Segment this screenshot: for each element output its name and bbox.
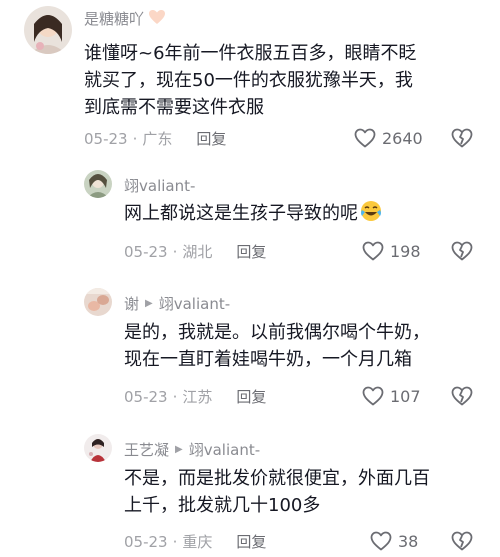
- comment-location: 湖北: [182, 243, 213, 261]
- reply-to-username[interactable]: 翊valiant-: [189, 439, 260, 460]
- comment-text-line: 是的，我就是。以前我偶尔喝个牛奶，: [124, 322, 430, 343]
- like-button[interactable]: 38: [370, 531, 418, 551]
- comment-text-line: 不是，而是批发价就很便宜，外面几百: [124, 468, 430, 489]
- comment-text: 谁懂呀~6年前一件衣服五百多，眼睛不眨 就买了，现在50一件的衣服犹豫半天，我 …: [84, 40, 484, 121]
- like-count: 2640: [382, 128, 423, 148]
- username-text: 王艺凝: [124, 441, 170, 459]
- comment-date: 05-23: [84, 129, 128, 148]
- like-button[interactable]: 198: [362, 241, 421, 261]
- heart-emoji-icon: [148, 9, 166, 29]
- meta-separator: ·: [172, 532, 178, 551]
- username-text: 谢: [124, 295, 140, 313]
- comment-location: 广东: [142, 130, 173, 148]
- like-heart-icon: [362, 241, 384, 261]
- comment-text: 不是，而是批发价就很便宜，外面几百 上千，批发就几十100多: [124, 465, 484, 519]
- like-count: 107: [390, 386, 421, 406]
- reply-to-username[interactable]: 翊valiant-: [159, 293, 230, 314]
- reply-item: 王艺凝 ▶ 翊valiant- 不是，而是批发价就很便宜，外面几百 上千，批发就…: [0, 430, 500, 557]
- comment-text-line: 网上都说这是生孩子导致的呢: [124, 200, 484, 230]
- like-heart-icon: [370, 531, 392, 551]
- comment-meta: 05-23 · 湖北 回复: [124, 241, 266, 262]
- reply-button[interactable]: 回复: [196, 128, 226, 149]
- comment-text-line: 现在一直盯着娃喝牛奶，一个月几箱: [124, 349, 412, 370]
- meta-separator: ·: [172, 387, 178, 406]
- reply-button[interactable]: 回复: [236, 241, 266, 262]
- like-button[interactable]: 107: [362, 386, 421, 406]
- like-button[interactable]: 2640: [354, 128, 423, 148]
- comment-meta: 05-23 · 重庆 回复: [124, 531, 266, 552]
- username[interactable]: 王艺凝 ▶ 翊valiant-: [124, 439, 260, 460]
- dislike-button[interactable]: [451, 241, 473, 261]
- reply-button[interactable]: 回复: [236, 386, 266, 407]
- meta-separator: ·: [132, 129, 138, 148]
- reply-arrow-icon: ▶: [145, 298, 153, 309]
- dislike-button[interactable]: [451, 386, 473, 406]
- comment-meta: 05-23 · 江苏 回复: [124, 386, 266, 407]
- avatar[interactable]: [84, 434, 112, 462]
- comment-text-line: 谁懂呀~6年前一件衣服五百多，眼睛不眨: [84, 43, 417, 64]
- comment-text-line: 就买了，现在50一件的衣服犹豫半天，我: [84, 70, 413, 91]
- reply-arrow-icon: ▶: [175, 444, 183, 455]
- dislike-heart-icon: [451, 241, 473, 261]
- laughing-emoji-icon: [360, 200, 382, 230]
- username-text: 是糖糖吖: [84, 10, 145, 28]
- comment-location: 重庆: [182, 533, 213, 551]
- like-heart-icon: [354, 128, 376, 148]
- comment-date: 05-23: [124, 242, 168, 261]
- comment-date: 05-23: [124, 532, 168, 551]
- comment-date: 05-23: [124, 387, 168, 406]
- meta-separator: ·: [172, 242, 178, 261]
- username-text: 翊valiant-: [124, 177, 196, 195]
- comment-text-line: 上千，批发就几十100多: [124, 495, 321, 516]
- avatar[interactable]: [84, 288, 112, 316]
- comment-text: 网上都说这是生孩子导致的呢: [124, 200, 484, 230]
- avatar[interactable]: [24, 6, 72, 54]
- username[interactable]: 谢 ▶ 翊valiant-: [124, 293, 230, 314]
- like-count: 198: [390, 241, 421, 261]
- avatar[interactable]: [84, 170, 112, 198]
- like-heart-icon: [362, 386, 384, 406]
- reply-item: 翊valiant- 网上都说这是生孩子导致的呢 05-23 · 湖北 回复 19…: [0, 164, 500, 274]
- dislike-heart-icon: [451, 386, 473, 406]
- reply-item: 谢 ▶ 翊valiant- 是的，我就是。以前我偶尔喝个牛奶， 现在一直盯着娃喝…: [0, 284, 500, 418]
- dislike-heart-icon: [451, 128, 473, 148]
- comment-text-line: 到底需不需要这件衣服: [84, 97, 264, 118]
- username[interactable]: 翊valiant-: [124, 175, 195, 196]
- comment-meta: 05-23 · 广东 回复: [84, 128, 226, 149]
- comment-text: 是的，我就是。以前我偶尔喝个牛奶， 现在一直盯着娃喝牛奶，一个月几箱: [124, 319, 484, 373]
- reply-button[interactable]: 回复: [236, 531, 266, 552]
- username[interactable]: 是糖糖吖: [84, 8, 166, 29]
- dislike-button[interactable]: [451, 531, 473, 551]
- like-count: 38: [398, 531, 419, 551]
- comment-location: 江苏: [182, 388, 213, 406]
- comment-text-content: 网上都说这是生孩子导致的呢: [124, 203, 358, 224]
- dislike-button[interactable]: [451, 128, 473, 148]
- dislike-heart-icon: [451, 531, 473, 551]
- comment-item: 是糖糖吖 谁懂呀~6年前一件衣服五百多，眼睛不眨 就买了，现在50一件的衣服犹豫…: [0, 0, 500, 160]
